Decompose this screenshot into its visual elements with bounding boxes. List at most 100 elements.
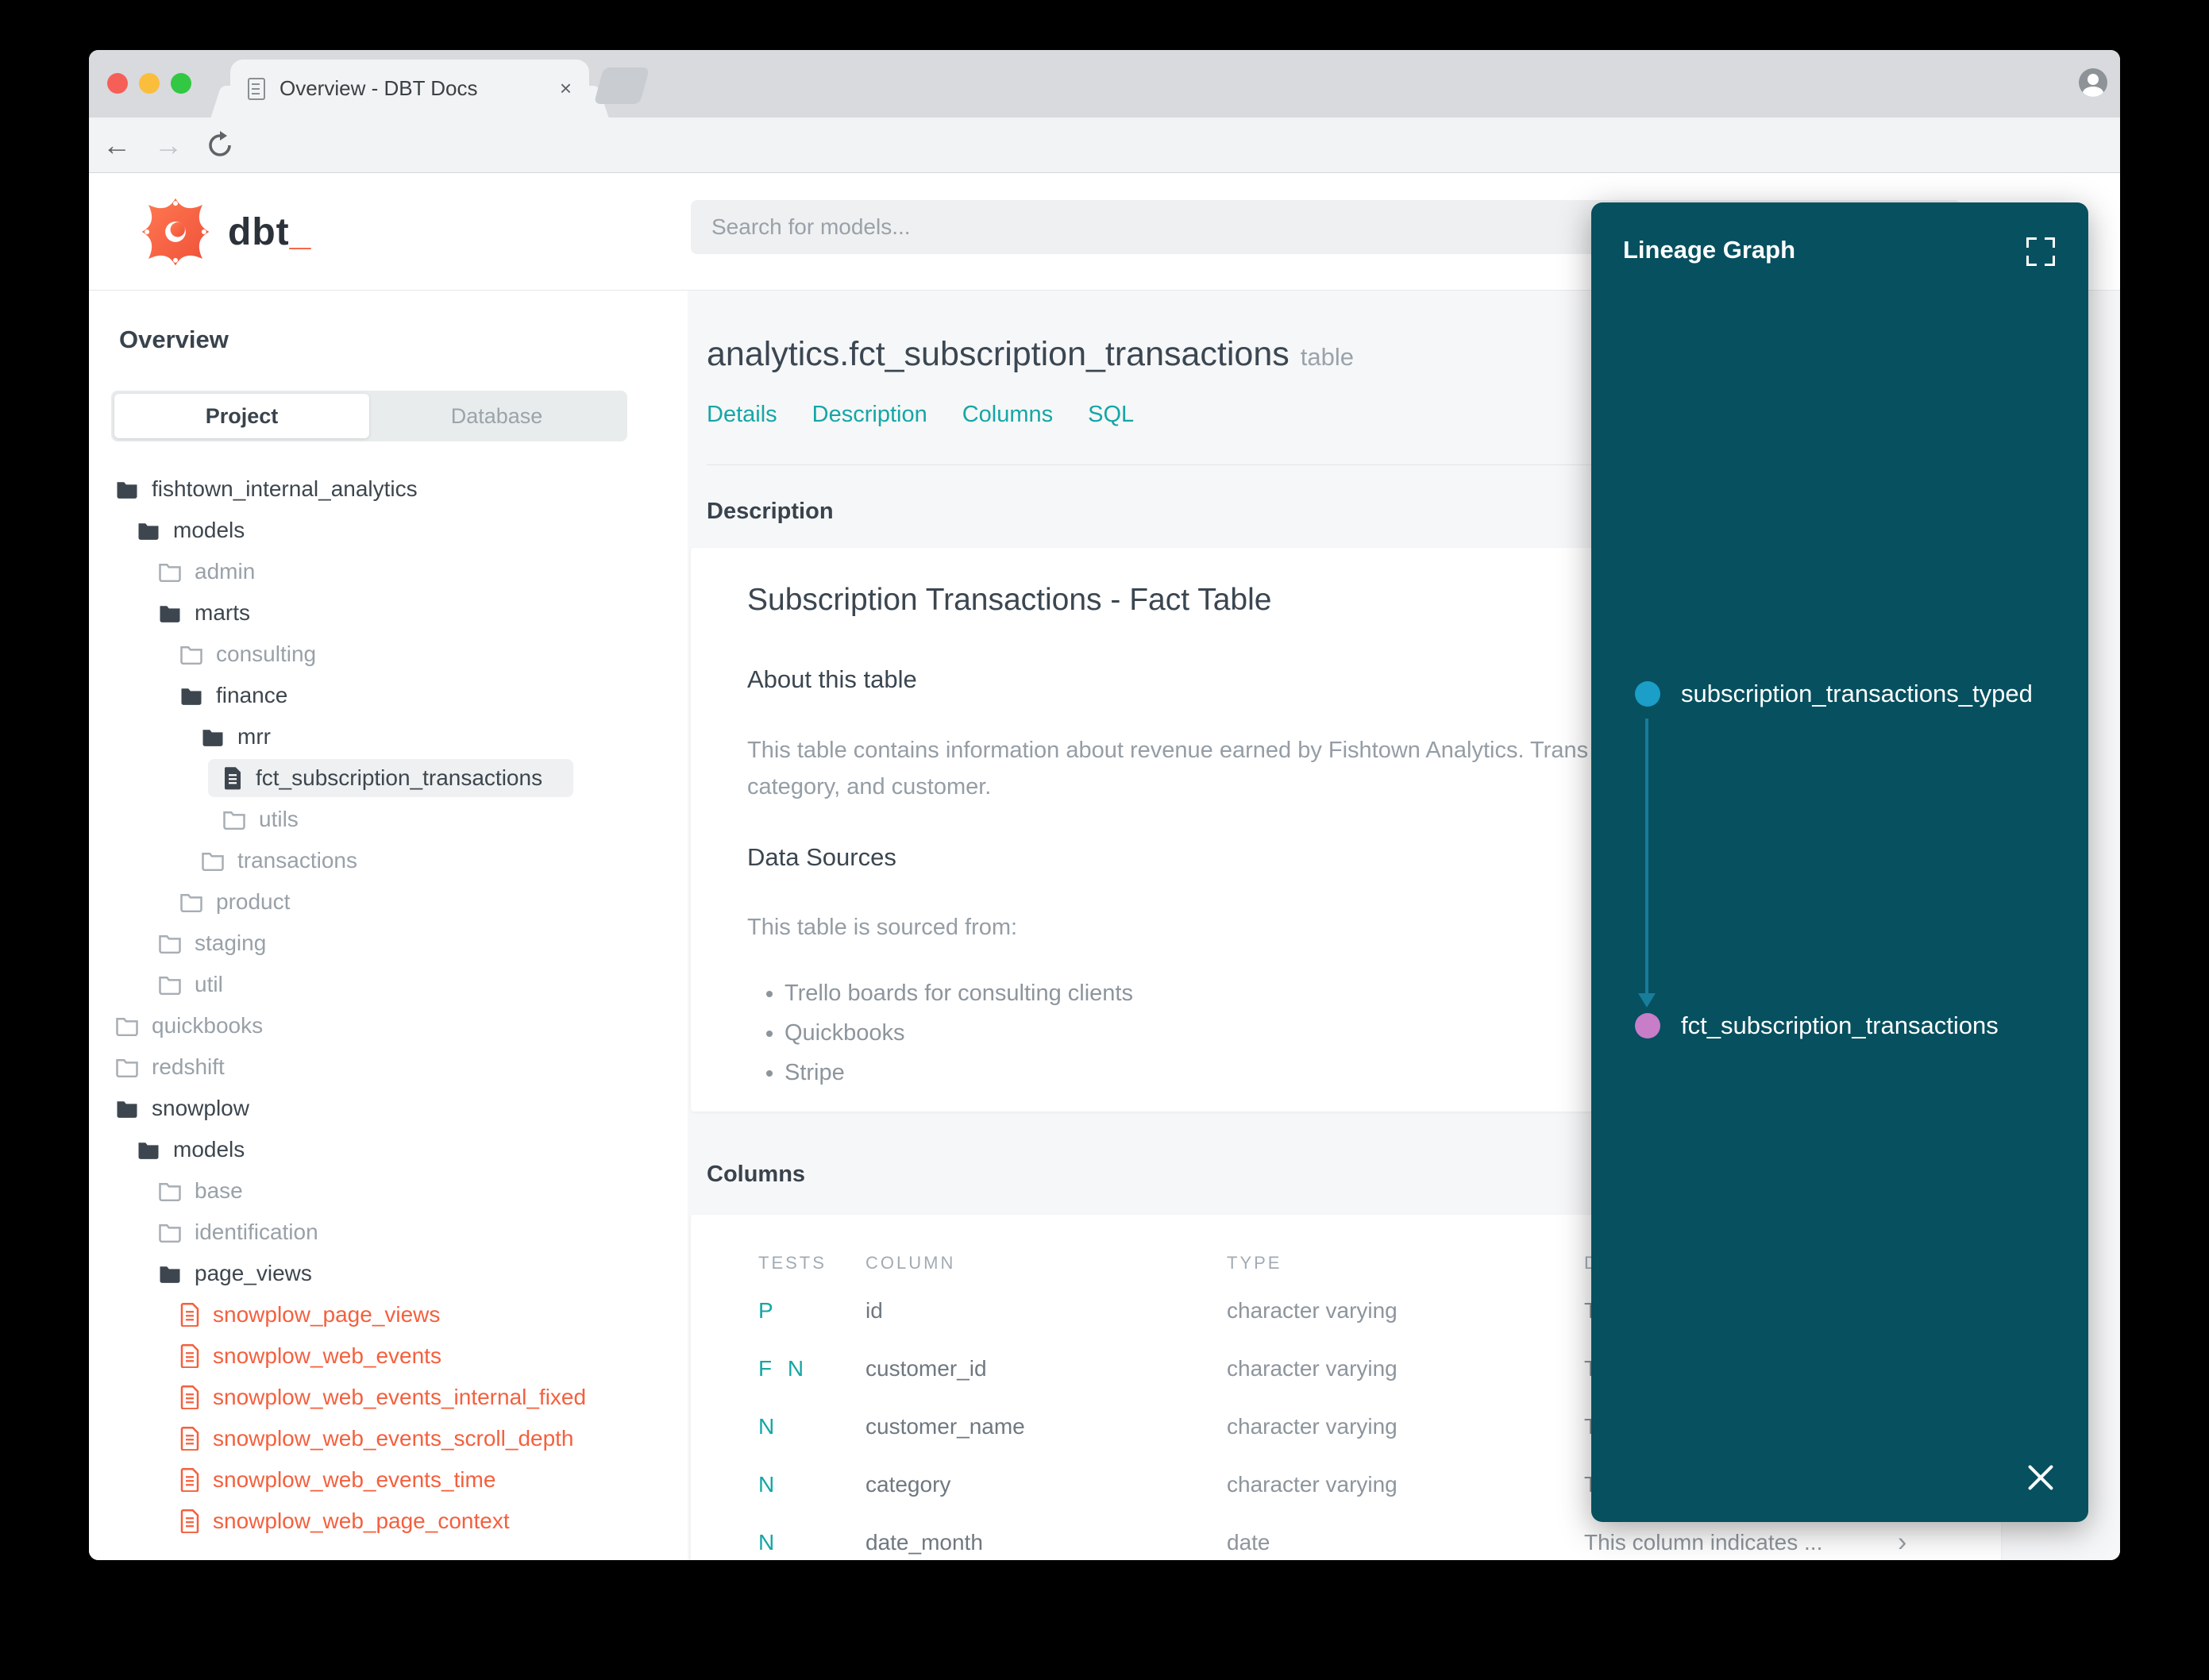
tree-item-label: snowplow_web_page_context [213, 1509, 510, 1533]
tree-item-label: quickbooks [152, 1013, 264, 1038]
tree-item-snowplow_page_views[interactable]: snowplow_page_views [89, 1294, 688, 1335]
source-item: Trello boards for consulting clients [785, 981, 1133, 1007]
tree-item-base[interactable]: base [89, 1170, 688, 1212]
column-name: category [865, 1471, 951, 1497]
node-dot [1635, 681, 1660, 707]
source-item: Quickbooks [785, 1020, 1133, 1046]
about-line: This table contains information about re… [747, 738, 1589, 763]
folder-icon [179, 644, 203, 665]
tree-item-snowplow_web_events_time[interactable]: snowplow_web_events_time [89, 1459, 688, 1501]
sources-list: Trello boards for consulting clients Quic… [769, 981, 1133, 1100]
model-tab-description[interactable]: Description [812, 402, 927, 428]
folder-icon [158, 561, 182, 582]
folder-icon [201, 850, 225, 871]
model-tab-sql[interactable]: SQL [1088, 402, 1134, 428]
lineage-node-current[interactable]: fct_subscription_transactions [1635, 1011, 1999, 1040]
tree-item-label: product [216, 889, 291, 914]
dbt-logo-text: dbt_ [228, 210, 312, 253]
folder-open-icon [137, 1139, 160, 1160]
tree-item-label: transactions [237, 848, 357, 873]
tree-item-marts[interactable]: marts [89, 592, 688, 634]
about-paragraph: This table contains information about re… [747, 732, 1588, 805]
tree-item-snowplow_web_events_internal_fixed[interactable]: snowplow_web_events_internal_fixed [89, 1377, 688, 1418]
tree-item-snowplow_web_page_context[interactable]: snowplow_web_page_context [89, 1501, 688, 1542]
folder-icon [158, 933, 182, 954]
tests-badge: P [758, 1297, 778, 1323]
minimize-window-button[interactable] [139, 73, 160, 94]
forward-button[interactable]: → [148, 118, 188, 173]
tree-item-mrr[interactable]: mrr [89, 716, 688, 757]
zoom-window-button[interactable] [171, 73, 191, 94]
node-label: subscription_transactions_typed [1681, 680, 2033, 707]
tab-close-icon[interactable]: × [560, 76, 572, 101]
folder-open-icon [158, 1263, 182, 1284]
file-icon [179, 1468, 200, 1492]
tests-badge: N [758, 1413, 780, 1439]
dbt-logo-icon [141, 198, 210, 266]
profile-avatar[interactable] [2079, 68, 2107, 97]
node-dot [1635, 1013, 1660, 1038]
tree-item-transactions[interactable]: transactions [89, 840, 688, 881]
close-icon[interactable] [2026, 1463, 2055, 1492]
column-name: customer_name [865, 1413, 1025, 1439]
tree-item-redshift[interactable]: redshift [89, 1046, 688, 1088]
tree-item-page_views[interactable]: page_views [89, 1253, 688, 1294]
tree-item-snowplow_web_events_scroll_depth[interactable]: snowplow_web_events_scroll_depth [89, 1418, 688, 1459]
tree-item-label: mrr [237, 724, 271, 749]
new-tab-button[interactable] [593, 67, 650, 104]
tree-item-models[interactable]: models [89, 1129, 688, 1170]
column-header-tests: TESTS [758, 1253, 827, 1273]
sidebar-tab-project[interactable]: Project [114, 394, 369, 438]
tree-item-models[interactable]: models [89, 510, 688, 551]
tree-item-snowplow_web_events[interactable]: snowplow_web_events [89, 1335, 688, 1377]
chevron-right-icon[interactable]: › [1898, 1527, 1906, 1558]
browser-tabstrip: Overview - DBT Docs × [89, 50, 2120, 118]
tests-badge: F N [758, 1355, 809, 1381]
tree-item-quickbooks[interactable]: quickbooks [89, 1005, 688, 1046]
model-tab-columns[interactable]: Columns [962, 402, 1053, 428]
expand-icon[interactable] [2026, 237, 2055, 266]
model-type-badge: table [1300, 343, 1354, 371]
tree-item-staging[interactable]: staging [89, 923, 688, 964]
tree-item-label: utils [259, 807, 299, 831]
folder-open-icon [179, 685, 203, 706]
tree-item-fishtown_internal_analytics[interactable]: fishtown_internal_analytics [89, 468, 688, 510]
tab-title: Overview - DBT Docs [279, 76, 478, 100]
folder-icon [158, 1222, 182, 1243]
tree-item-identification[interactable]: identification [89, 1212, 688, 1253]
sidebar-title: Overview [119, 326, 229, 353]
tree-item-utils[interactable]: utils [89, 799, 688, 840]
model-tab-details[interactable]: Details [707, 402, 777, 428]
tree-item-label: snowplow_page_views [213, 1302, 441, 1327]
folder-open-icon [158, 603, 182, 623]
tree-item-admin[interactable]: admin [89, 551, 688, 592]
reload-button[interactable] [200, 118, 240, 173]
file-icon [222, 766, 243, 790]
tree-item-label: snowplow_web_events [213, 1343, 441, 1368]
tree-item-fct_subscription_transactions[interactable]: fct_subscription_transactions [89, 757, 688, 799]
folder-open-icon [115, 1098, 139, 1119]
column-name: customer_id [865, 1355, 987, 1381]
file-icon [179, 1385, 200, 1409]
tree-item-label: snowplow_web_events_internal_fixed [213, 1385, 587, 1409]
folder-icon [115, 1015, 139, 1036]
tree-item-product[interactable]: product [89, 881, 688, 923]
tree-item-consulting[interactable]: consulting [89, 634, 688, 675]
file-icon [179, 1344, 200, 1368]
column-type: character varying [1227, 1471, 1397, 1497]
tree-item-snowplow[interactable]: snowplow [89, 1088, 688, 1129]
file-icon [179, 1427, 200, 1451]
tree-item-util[interactable]: util [89, 964, 688, 1005]
back-button[interactable]: ← [97, 118, 137, 173]
screenshot-frame: Overview - DBT Docs × ← → localhost:8080… [0, 0, 2209, 1680]
browser-tab[interactable]: Overview - DBT Docs × [230, 60, 589, 118]
sidebar-tab-database[interactable]: Database [369, 394, 624, 438]
tree-item-label: identification [195, 1220, 318, 1244]
dbt-logo[interactable]: dbt_ [139, 195, 311, 268]
close-window-button[interactable] [107, 73, 128, 94]
file-icon [179, 1509, 200, 1533]
tree-item-finance[interactable]: finance [89, 675, 688, 716]
lineage-node-upstream[interactable]: subscription_transactions_typed [1635, 680, 2033, 708]
tree-item-label: fishtown_internal_analytics [152, 476, 418, 501]
file-icon [179, 1303, 200, 1327]
